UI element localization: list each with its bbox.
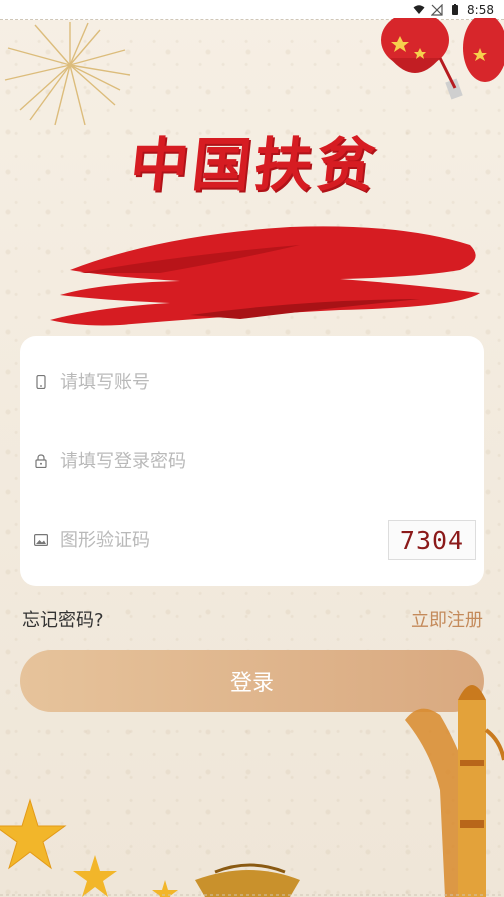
image-icon — [34, 533, 48, 547]
lantern-decoration — [381, 18, 504, 100]
brush-stroke-decoration — [50, 226, 480, 326]
lock-icon — [34, 454, 48, 468]
forgot-password-link[interactable]: 忘记密码? — [22, 606, 104, 632]
status-bar: 8:58 — [0, 0, 504, 20]
login-button[interactable]: 登录 — [20, 650, 484, 712]
captcha-field[interactable] — [34, 520, 374, 560]
page-title: 中国扶贫 — [126, 131, 383, 199]
fireworks-decoration — [4, 22, 131, 126]
register-link[interactable]: 立即注册 — [411, 606, 483, 632]
password-field[interactable] — [34, 441, 470, 481]
account-input[interactable] — [60, 371, 470, 393]
captcha-input[interactable] — [60, 529, 374, 551]
login-card: 7304 — [20, 336, 484, 586]
captcha-code: 7304 — [399, 525, 465, 555]
account-field[interactable] — [34, 362, 470, 402]
phone-icon — [34, 375, 48, 389]
password-input[interactable] — [60, 450, 470, 472]
wifi-icon — [413, 4, 425, 14]
status-time: 8:58 — [467, 2, 494, 17]
captcha-image[interactable]: 7304 — [388, 520, 476, 560]
battery-icon — [452, 3, 459, 15]
signal-off-icon — [431, 3, 443, 16]
